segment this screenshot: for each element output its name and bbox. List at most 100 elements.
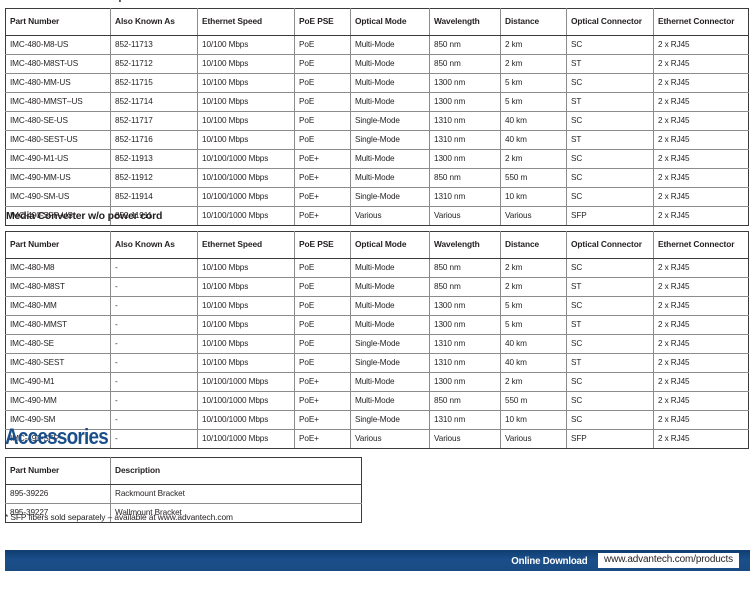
table-cell: Multi-Mode (350, 92, 430, 112)
table-row: IMC-480-M8ST-US 852-11712 10/100 Mbps PoE Mu… (5, 54, 749, 74)
table-row: 895-39226 Rackmount Bracket (5, 484, 362, 504)
column-header-wavelength: Wavelength (429, 8, 501, 36)
spec-table: Part Number Also Known As Ethernet Speed… (5, 8, 749, 226)
table-cell: 2 x RJ45 (653, 35, 749, 55)
table-cell: 850 nm (429, 35, 501, 55)
table-row: IMC-490-SFP -10/100/1000 Mbps PoE+ Various V… (5, 429, 749, 449)
table-cell: SC (566, 111, 654, 131)
column-header-ethernet-speed: Ethernet Speed (197, 8, 295, 36)
table-cell: 10/100/1000 Mbps (197, 429, 295, 449)
table-cell: 2 x RJ45 (653, 410, 749, 430)
table-cell: - (110, 334, 198, 354)
table-cell: Multi-Mode (350, 73, 430, 93)
table-cell: 10 km (500, 410, 567, 430)
table-row: IMC-480-M8-US 852-11713 10/100 Mbps PoE Mult… (5, 35, 749, 55)
section-heading-converter-no-power-cord: Media Converter w/o power cord (6, 210, 163, 222)
table-cell: SC (566, 149, 654, 169)
table-cell: 850 nm (429, 258, 501, 278)
column-header-also-known-as: Also Known As (110, 231, 198, 259)
table-cell: 2 x RJ45 (653, 334, 749, 354)
table-cell: - (110, 258, 198, 278)
table-cell: IMC-480-SE-US (5, 111, 111, 131)
table-cell: 1310 nm (429, 130, 501, 150)
table-cell: - (110, 429, 198, 449)
table-cell: 550 m (500, 168, 567, 188)
column-header-ethernet-connector: Ethernet Connector (653, 231, 749, 259)
table-cell: PoE (294, 258, 351, 278)
column-header-part-number: Part Number (5, 8, 111, 36)
column-header-also-known-as: Also Known As (110, 8, 198, 36)
table-cell: 850 nm (429, 168, 501, 188)
table-cell: 2 x RJ45 (653, 296, 749, 316)
column-header-poe-pse: PoE PSE (294, 231, 351, 259)
table-cell: 5 km (500, 296, 567, 316)
table-cell: 2 km (500, 258, 567, 278)
table-cell: 10/100 Mbps (197, 92, 295, 112)
table-cell: 852-11713 (110, 35, 198, 55)
table-cell: SC (566, 372, 654, 392)
table-media-converter-no-power-cord: Part Number Also Known As Ethernet Speed… (5, 231, 749, 449)
column-header-optical-connector: Optical Connector (566, 231, 654, 259)
column-header-ethernet-speed: Ethernet Speed (197, 231, 295, 259)
table-row: IMC-490-MM-US 852-11912 10/100/1000 Mbps Po… (5, 168, 749, 188)
column-header-wavelength: Wavelength (429, 231, 501, 259)
table-cell: SC (566, 391, 654, 411)
table-cell: 2 x RJ45 (653, 353, 749, 373)
table-header-row: Part Number Also Known As Ethernet Speed… (5, 8, 749, 36)
table-cell: 850 nm (429, 277, 501, 297)
table-cell: 10/100 Mbps (197, 334, 295, 354)
table-cell: 40 km (500, 353, 567, 373)
table-cell: Multi-Mode (350, 315, 430, 335)
table-row: IMC-490-MM -10/100/1000 Mbps PoE+ Multi-Mod… (5, 391, 749, 411)
table-cell: 1310 nm (429, 187, 501, 207)
table-cell: Multi-Mode (350, 35, 430, 55)
table-cell: IMC-480-MM-US (5, 73, 111, 93)
table-cell: Multi-Mode (350, 149, 430, 169)
page-title-accessories: Accessories (5, 424, 109, 449)
table-cell: PoE (294, 334, 351, 354)
table-cell: 2 x RJ45 (653, 277, 749, 297)
table-cell: SC (566, 168, 654, 188)
online-download-label: Online Download (511, 554, 588, 567)
table-cell: 2 x RJ45 (653, 73, 749, 93)
table-body: IMC-480-M8-10/100 Mbps PoE Multi-Mode 850 n… (5, 258, 749, 449)
table-cell: 40 km (500, 334, 567, 354)
table-cell: Single-Mode (350, 111, 430, 131)
table-header-row: Part Number Also Known As Ethernet Speed… (5, 231, 749, 259)
table-cell: 2 x RJ45 (653, 372, 749, 392)
table-cell: PoE+ (294, 391, 351, 411)
table-cell: - (110, 315, 198, 335)
table-cell: 2 km (500, 54, 567, 74)
table-cell: IMC-480-SEST-US (5, 130, 111, 150)
table-cell: IMC-490-SM-US (5, 187, 111, 207)
column-header-part-number: Part Number (5, 231, 111, 259)
table-cell: 2 x RJ45 (653, 92, 749, 112)
table-row: IMC-490-M1-10/100/1000 Mbps PoE+ Multi-Mod… (5, 372, 749, 392)
table-cell: 10/100 Mbps (197, 54, 295, 74)
table-row: IMC-490-M1-US 852-11913 10/100/1000 Mbps Po… (5, 149, 749, 169)
table-cell: IMC-480-M8ST-US (5, 54, 111, 74)
online-download-url[interactable]: www.advantech.com/products (598, 552, 739, 569)
table-cell: 2 x RJ45 (653, 187, 749, 207)
table-body: IMC-480-M8-US 852-11713 10/100 Mbps PoE Mult… (5, 35, 749, 226)
table-cell: Multi-Mode (350, 168, 430, 188)
table-cell: 10/100 Mbps (197, 296, 295, 316)
table-cell: ST (566, 353, 654, 373)
table-cell: 10/100/1000 Mbps (197, 168, 295, 188)
table-cell: IMC-480-SEST (5, 353, 111, 373)
table-cell: SFP (566, 429, 654, 449)
table-cell: 852-11714 (110, 92, 198, 112)
table-cell: 852-11912 (110, 168, 198, 188)
table-cell: 852-11716 (110, 130, 198, 150)
table-row: IMC-490-SM -10/100/1000 Mbps PoE+ Single-Mo… (5, 410, 749, 430)
column-header-part-number: Part Number (5, 457, 111, 485)
column-header-optical-mode: Optical Mode (350, 8, 430, 36)
table-cell: SFP (566, 206, 654, 226)
table-cell: Single-Mode (350, 410, 430, 430)
table-row: IMC-480-MMST–US 852-11714 10/100 Mbps PoE Mu… (5, 92, 749, 112)
table-cell: 895-39226 (5, 484, 111, 504)
table-cell: 10/100 Mbps (197, 277, 295, 297)
table-cell: PoE (294, 296, 351, 316)
table-cell: 2 x RJ45 (653, 258, 749, 278)
table-row: IMC-480-SE -10/100 Mbps PoE Single-Mode 1310… (5, 334, 749, 354)
